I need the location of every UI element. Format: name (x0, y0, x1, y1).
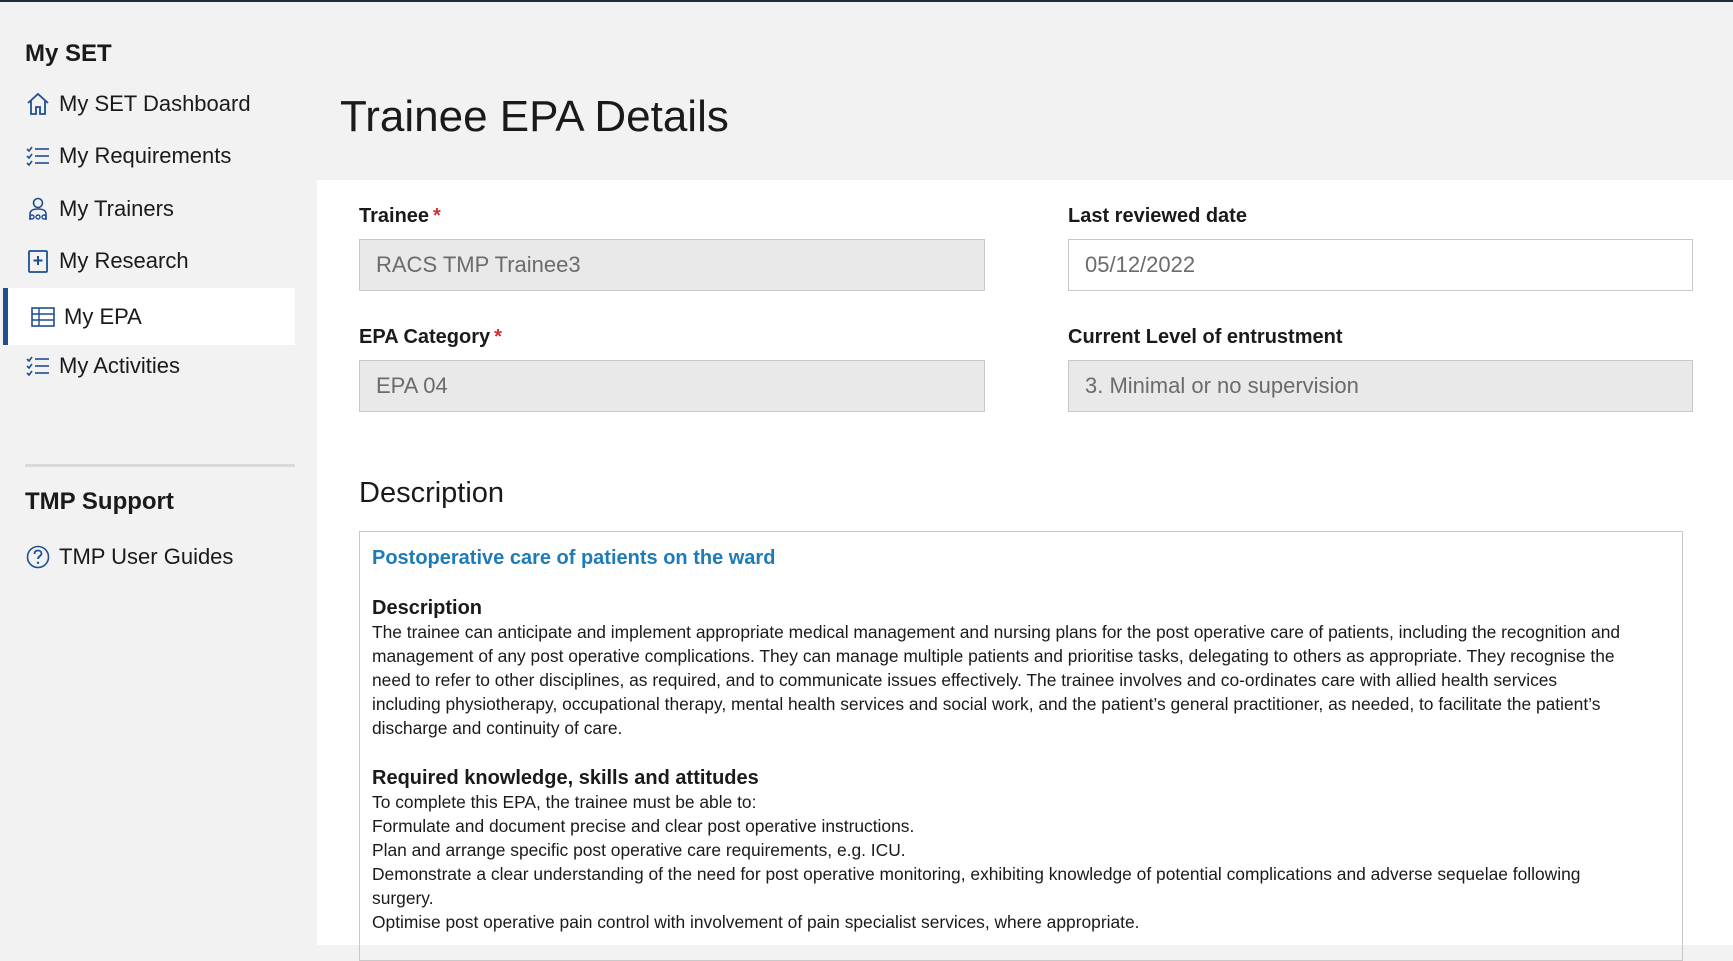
entrustment-level-value: 3. Minimal or no supervision (1085, 373, 1359, 398)
epa-category-field: EPA 04 (359, 360, 985, 412)
sidebar-divider (25, 464, 295, 467)
page-title: Trainee EPA Details (340, 92, 729, 141)
description-box: Postoperative care of patients on the wa… (359, 531, 1683, 961)
home-icon (25, 91, 51, 117)
sidebar-item-tmp-user-guides[interactable]: TMP User Guides (3, 528, 295, 585)
sidebar: My SET My SET Dashboard My Requirements … (0, 2, 300, 945)
sidebar-item-my-requirements[interactable]: My Requirements (3, 127, 295, 184)
sidebar-item-my-set-dashboard[interactable]: My SET Dashboard (3, 75, 295, 132)
ksa-subheading: Required knowledge, skills and attitudes (372, 767, 759, 789)
entrustment-level-label-text: Current Level of entrustment (1068, 326, 1343, 348)
sidebar-item-label: My SET Dashboard (59, 90, 251, 116)
description-line: The trainee can anticipate and implement… (372, 622, 1621, 642)
last-reviewed-date-label-text: Last reviewed date (1068, 205, 1247, 227)
sidebar-item-my-activities[interactable]: My Activities (3, 337, 295, 394)
sidebar-item-label: My Requirements (59, 142, 232, 168)
ksa-line: To complete this EPA, the trainee must b… (372, 792, 757, 812)
sidebar-item-my-trainers[interactable]: My Trainers (3, 180, 295, 237)
trainee-label-text: Trainee (359, 205, 430, 227)
table-icon (30, 304, 56, 330)
required-marker: * (494, 326, 502, 348)
people-icon (25, 196, 51, 222)
description-paragraph: The trainee can anticipate and implement… (372, 620, 1670, 740)
epa-category-value: EPA 04 (376, 373, 448, 398)
required-marker: * (433, 205, 441, 227)
sidebar-item-label: TMP User Guides (59, 543, 234, 569)
description-line: discharge and continuity of care. (372, 718, 623, 738)
trainee-field: RACS TMP Trainee3 (359, 239, 985, 291)
last-reviewed-date-label: Last reviewed date (1068, 205, 1247, 228)
trainee-value: RACS TMP Trainee3 (376, 252, 581, 277)
sidebar-item-label: My Activities (59, 352, 181, 378)
ksa-line: Formulate and document precise and clear… (372, 816, 915, 836)
sidebar-item-label: My EPA (64, 303, 142, 329)
entrustment-level-label: Current Level of entrustment (1068, 326, 1342, 349)
sidebar-item-label: My Research (59, 247, 189, 273)
ksa-line: Demonstrate a clear understanding of the… (372, 864, 1581, 884)
add-document-icon (25, 248, 51, 274)
ksa-list: To complete this EPA, the trainee must b… (372, 790, 1670, 934)
entrustment-level-field: 3. Minimal or no supervision (1068, 360, 1693, 412)
description-subheading: Description (372, 597, 483, 619)
description-section-title: Description (359, 477, 505, 509)
ksa-line: surgery. (372, 888, 434, 908)
epa-category-label-text: EPA Category (359, 326, 491, 348)
last-reviewed-date-value: 05/12/2022 (1085, 252, 1196, 277)
ksa-line: Optimise post operative pain control wit… (372, 912, 1140, 932)
trainee-label: Trainee * (359, 205, 441, 228)
sidebar-item-label: My Trainers (59, 195, 174, 221)
epa-category-label: EPA Category * (359, 326, 502, 349)
ksa-line: Plan and arrange specific post operative… (372, 840, 906, 860)
last-reviewed-date-field[interactable]: 05/12/2022 (1068, 239, 1693, 291)
checklist-icon (25, 353, 51, 379)
checklist-icon (25, 143, 51, 169)
sidebar-support-title: TMP Support (25, 488, 174, 515)
description-line: including physiotherapy, occupational th… (372, 694, 1601, 714)
description-line: need to refer to other disciplines, as r… (372, 670, 1558, 690)
description-line: management of any post operative complic… (372, 646, 1615, 666)
epa-title-link[interactable]: Postoperative care of patients on the wa… (372, 546, 1670, 570)
sidebar-section-title: My SET (25, 40, 112, 67)
help-circle-icon (25, 544, 51, 570)
sidebar-item-my-research[interactable]: My Research (3, 232, 295, 289)
